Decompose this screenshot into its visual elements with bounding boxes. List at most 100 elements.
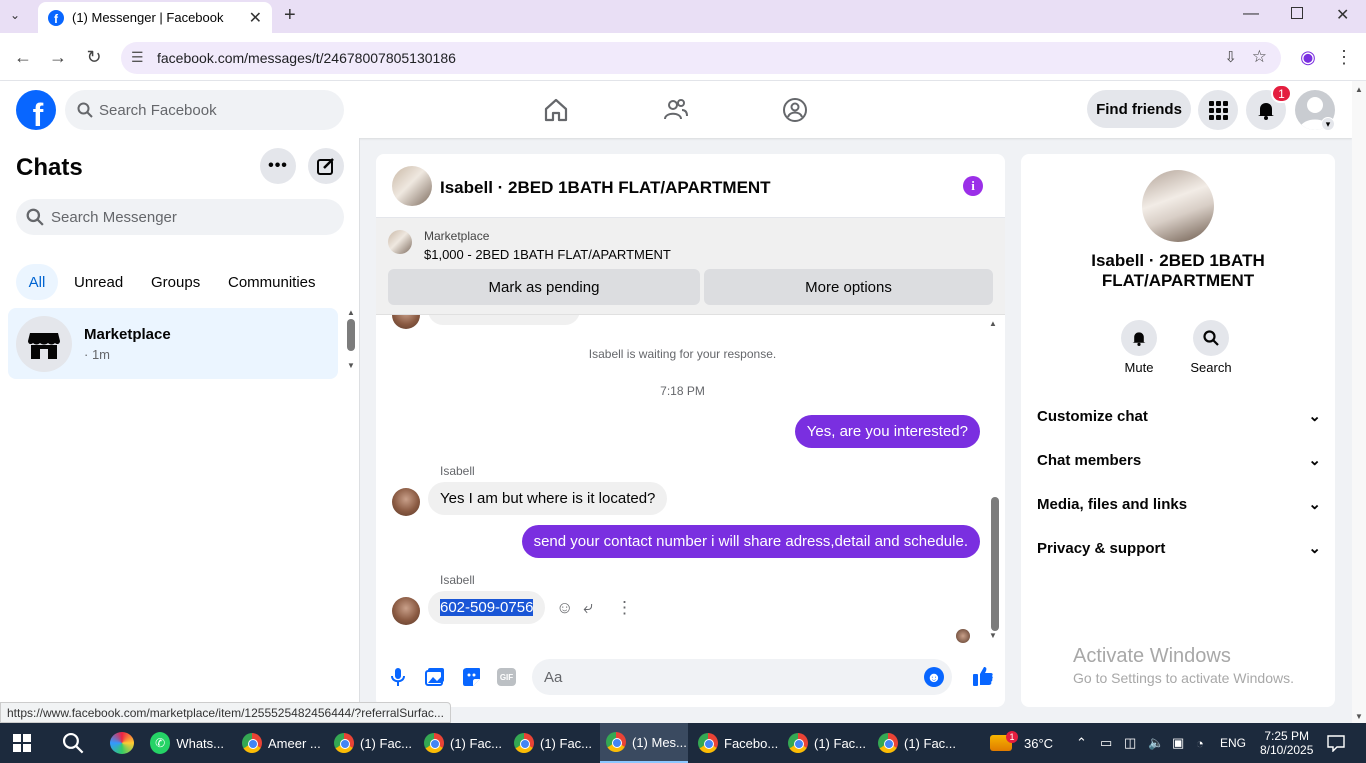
section-chat-members[interactable]: Chat members ⌄ [1037, 442, 1321, 478]
filter-all[interactable]: All [16, 264, 58, 300]
profile-icon[interactable]: ◉ [1293, 42, 1323, 72]
address-bar[interactable]: ☰ facebook.com/messages/t/24678007805130… [121, 42, 1281, 74]
browser-tab-bar: ⌄ f (1) Messenger | Facebook ✕ + — ✕ [0, 0, 1366, 33]
photo-icon[interactable] [425, 667, 445, 692]
minimize-icon[interactable]: — [1243, 5, 1259, 23]
reload-icon[interactable]: ↻ [79, 42, 109, 72]
conversation-title[interactable]: Isabell · 2BED 1BATH FLAT/APARTMENT [440, 178, 771, 198]
react-emoji-icon[interactable]: ☺ [556, 598, 573, 618]
browser-tab[interactable]: f (1) Messenger | Facebook ✕ [38, 2, 272, 33]
taskbar-chrome-window[interactable]: Facebo... [692, 723, 778, 763]
facebook-search-placeholder: Search Facebook [99, 101, 217, 119]
taskbar-search-icon[interactable] [56, 723, 90, 763]
messenger-search-input[interactable]: Search Messenger [16, 199, 344, 235]
record-icon[interactable]: ▣ [1166, 723, 1190, 763]
message-bubble-sent[interactable]: Yes, are you interested? [794, 415, 980, 448]
like-thumb-icon[interactable] [972, 665, 994, 692]
window-close-icon[interactable]: ✕ [1336, 5, 1349, 25]
chrome-icon [334, 733, 354, 753]
emoji-icon[interactable]: ☻ [924, 667, 944, 687]
section-privacy-support[interactable]: Privacy & support ⌄ [1037, 530, 1321, 566]
more-options-button[interactable]: More options [704, 269, 993, 305]
scroll-up-arrow-icon[interactable]: ▲ [1352, 85, 1366, 94]
profile-picture[interactable] [1142, 170, 1214, 242]
scroll-down-arrow-icon[interactable]: ▼ [347, 361, 357, 370]
camera-icon[interactable]: ◫ [1118, 723, 1142, 763]
reply-icon[interactable]: ⤶ [583, 597, 593, 618]
restore-icon[interactable] [1291, 7, 1303, 19]
scrollbar-thumb[interactable] [991, 497, 999, 631]
section-customize-chat[interactable]: Customize chat ⌄ [1037, 398, 1321, 434]
taskbar-whatsapp[interactable]: ✆ Whats... [144, 723, 230, 763]
browser-menu-icon[interactable]: ⋮ [1329, 42, 1359, 72]
new-message-button[interactable] [308, 148, 344, 184]
weather-widget[interactable]: 1 36°C [984, 723, 1059, 763]
conversation-avatar[interactable] [392, 166, 432, 206]
taskbar-chrome-window[interactable]: (1) Fac... [328, 723, 414, 763]
taskbar-chrome-window[interactable]: (1) Fac... [782, 723, 868, 763]
taskbar-chrome-window[interactable]: (1) Fac... [508, 723, 594, 763]
friends-icon[interactable] [656, 91, 696, 129]
message-list[interactable]: Isabell is waiting for your response. 7:… [376, 315, 1005, 654]
language-indicator[interactable]: ENG [1214, 723, 1252, 763]
weather-badge: 1 [1006, 731, 1018, 743]
sidebar-scrollbar[interactable]: ▲ ▼ [347, 308, 357, 374]
scroll-up-arrow-icon[interactable]: ▲ [347, 308, 357, 317]
listing-thumbnail[interactable] [388, 230, 412, 254]
tab-close-icon[interactable]: ✕ [249, 8, 262, 28]
filter-communities[interactable]: Communities [220, 264, 324, 300]
message-input[interactable]: Aa ☻ [532, 659, 952, 695]
taskbar-chrome-window[interactable]: (1) Fac... [872, 723, 958, 763]
scroll-down-arrow-icon[interactable]: ▼ [1355, 712, 1363, 721]
gif-icon[interactable]: GIF [497, 668, 516, 686]
scroll-up-arrow-icon[interactable]: ▲ [989, 319, 1001, 328]
forward-icon[interactable]: → [43, 42, 73, 72]
battery-icon[interactable]: ▭ [1094, 723, 1118, 763]
scrollbar-thumb[interactable] [347, 319, 355, 351]
clock[interactable]: 7:25 PM 8/10/2025 [1254, 723, 1319, 763]
filter-groups[interactable]: Groups [143, 264, 208, 300]
tray-chevron-up-icon[interactable]: ⌃ [1070, 723, 1093, 763]
new-tab-icon[interactable]: + [284, 4, 296, 27]
message-list-scrollbar[interactable]: ▲ ▼ [989, 319, 1001, 641]
windows-taskbar: ✆ Whats... Ameer ... (1) Fac... (1) Fac.… [0, 723, 1366, 763]
message-bubble-received-phone[interactable]: 602-509-0756 [428, 591, 546, 624]
facebook-search-input[interactable]: Search Facebook [65, 90, 344, 130]
section-media-files-links[interactable]: Media, files and links ⌄ [1037, 486, 1321, 522]
taskbar-app-icon[interactable] [104, 723, 140, 763]
watermark-title: Activate Windows [1073, 645, 1231, 667]
groups-icon[interactable] [775, 91, 815, 129]
facebook-logo-icon[interactable]: f [16, 90, 56, 130]
info-icon[interactable]: i [963, 176, 983, 196]
site-info-icon[interactable]: ☰ [131, 49, 144, 66]
menu-grid-icon[interactable] [1198, 90, 1238, 130]
find-friends-button[interactable]: Find friends [1087, 90, 1191, 128]
mute-button[interactable] [1121, 320, 1157, 356]
page-scrollbar[interactable]: ▲ ▼ [1352, 81, 1366, 723]
chat-options-button[interactable]: ••• [260, 148, 296, 184]
search-conversation-button[interactable] [1193, 320, 1229, 356]
message-bubble-sent[interactable]: send your contact number i will share ad… [521, 525, 980, 558]
start-button[interactable] [6, 723, 38, 763]
microphone-icon[interactable] [390, 667, 406, 692]
sticker-icon[interactable] [461, 667, 481, 692]
tab-search-icon[interactable]: ⌄ [10, 8, 20, 22]
scroll-down-arrow-icon[interactable]: ▼ [989, 631, 997, 640]
notification-center-icon[interactable] [1320, 723, 1352, 763]
selected-phone-text[interactable]: 602-509-0756 [440, 599, 534, 616]
wifi-icon[interactable]: ◔ [1190, 723, 1210, 763]
install-icon[interactable]: ⇩ [1224, 48, 1237, 66]
mark-as-pending-button[interactable]: Mark as pending [388, 269, 700, 305]
bookmark-star-icon[interactable]: ☆ [1252, 47, 1267, 67]
taskbar-chrome-window[interactable]: Ameer ... [236, 723, 324, 763]
back-icon[interactable]: ← [8, 42, 38, 72]
chat-list-item-marketplace[interactable]: Marketplace · 1m [8, 308, 338, 379]
taskbar-chrome-window-active[interactable]: (1) Mes... [600, 723, 688, 763]
account-chevron-icon[interactable]: ▾ [1321, 117, 1335, 131]
listing-title[interactable]: $1,000 - 2BED 1BATH FLAT/APARTMENT [424, 247, 671, 262]
message-more-icon[interactable]: ⋮ [616, 598, 633, 618]
filter-unread[interactable]: Unread [66, 264, 131, 300]
message-bubble-received[interactable]: Yes I am but where is it located? [428, 482, 668, 515]
home-icon[interactable] [536, 91, 576, 129]
taskbar-chrome-window[interactable]: (1) Fac... [418, 723, 504, 763]
